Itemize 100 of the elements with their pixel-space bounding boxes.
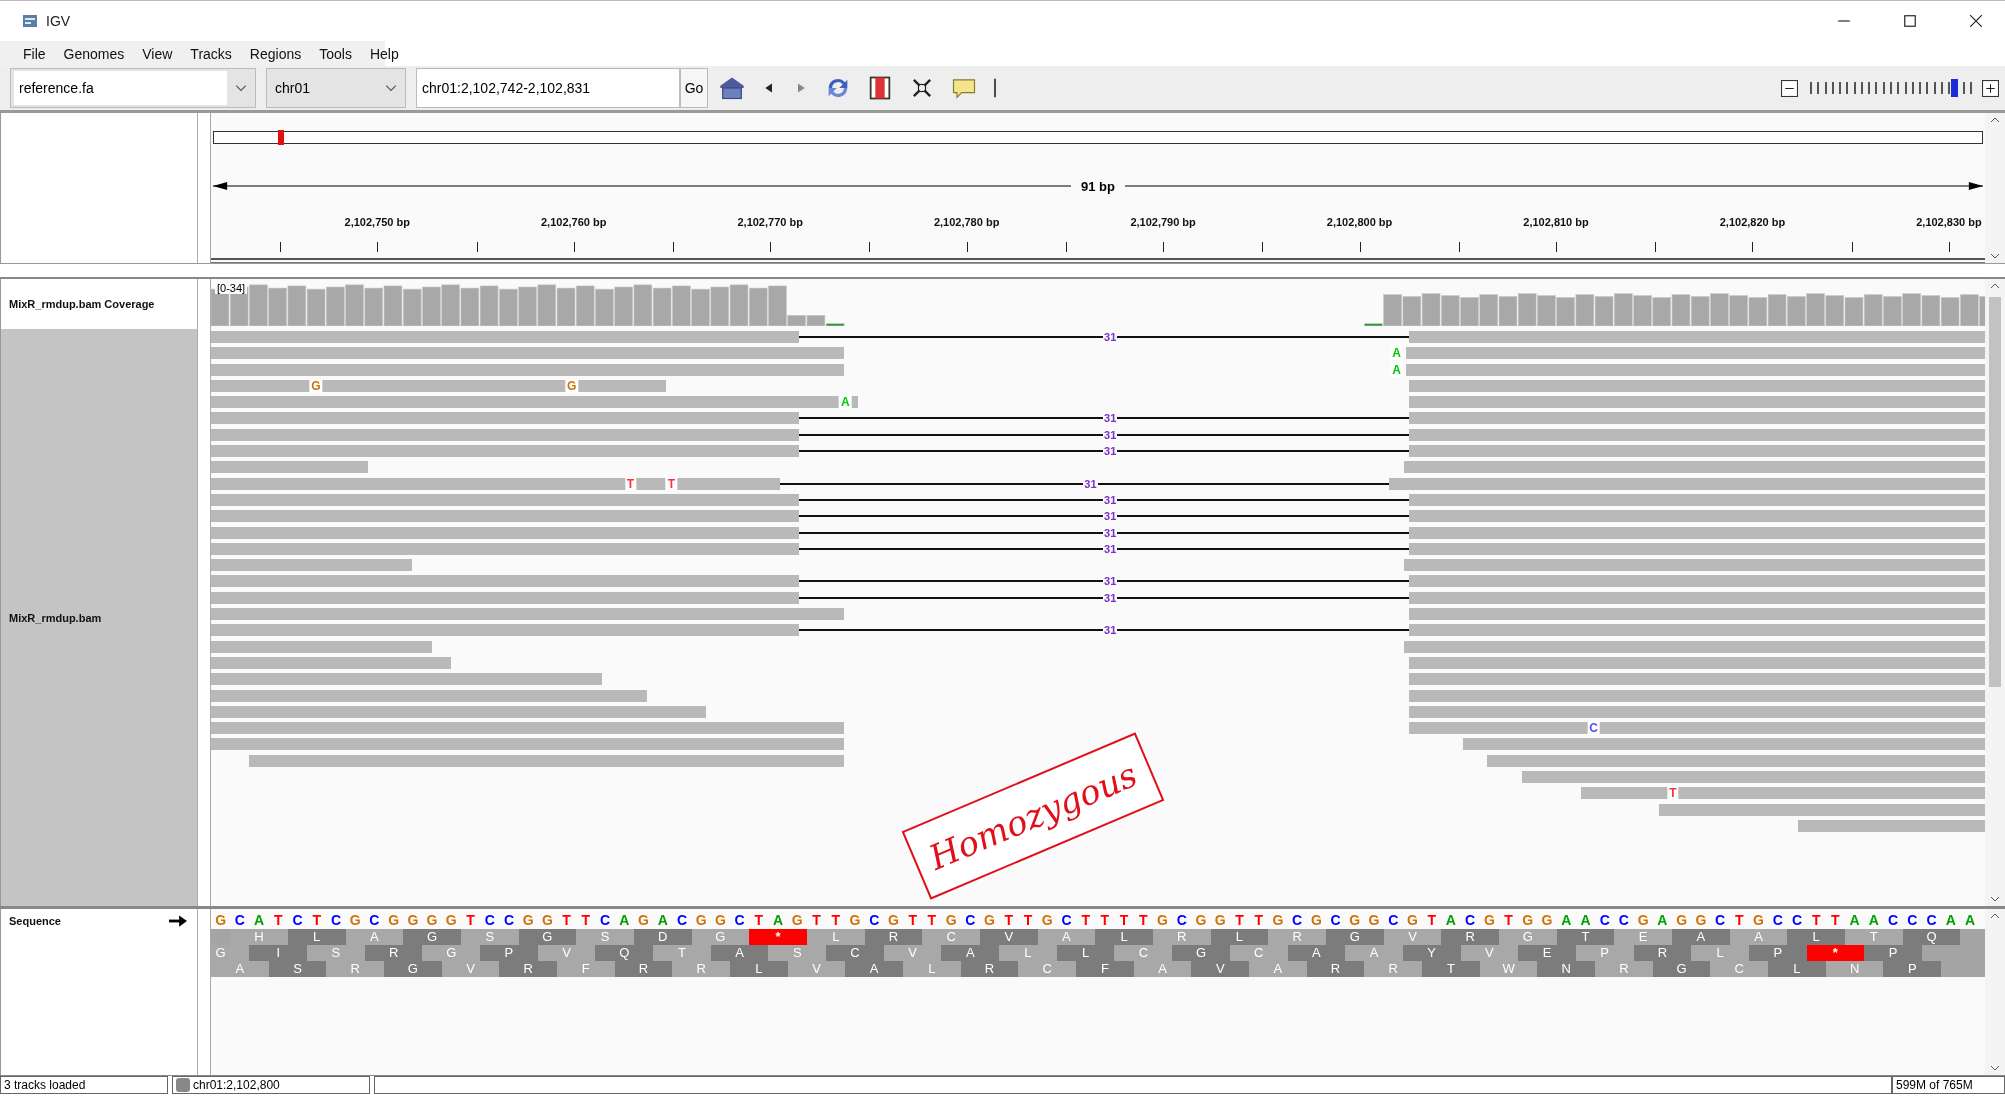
mismatch-base: G [309, 378, 323, 393]
read[interactable] [1409, 493, 1985, 506]
read[interactable] [1463, 738, 1985, 751]
sequence-base: G [1752, 911, 1765, 929]
scrollbar[interactable] [1985, 113, 2005, 263]
track-name[interactable]: MixR_rmdup.bam Coverage [9, 298, 155, 310]
menu-item[interactable]: Tracks [181, 45, 241, 62]
read[interactable] [1798, 819, 1985, 832]
read[interactable] [211, 493, 800, 506]
scroll-down-icon[interactable] [1990, 1065, 2000, 1071]
sequence-base: C [1598, 911, 1611, 929]
read[interactable] [211, 656, 452, 669]
sequence-base: T [561, 911, 572, 929]
strand-arrow-icon[interactable] [169, 915, 187, 927]
read[interactable] [211, 624, 800, 637]
read[interactable] [1409, 331, 1985, 343]
read[interactable] [211, 379, 667, 392]
menu-item[interactable]: Help [360, 45, 408, 62]
read[interactable] [1409, 673, 1985, 686]
read[interactable] [211, 428, 800, 441]
read[interactable] [1388, 477, 1985, 490]
scrollbar[interactable] [1985, 909, 2005, 1075]
read[interactable] [1405, 363, 1985, 376]
read[interactable] [211, 347, 845, 360]
chromosome-dropdown[interactable]: chr01 [266, 68, 406, 108]
sequence-base: G [1040, 911, 1054, 929]
read[interactable] [1409, 591, 1985, 604]
read[interactable] [1409, 510, 1985, 523]
codon: G [1499, 929, 1557, 945]
read[interactable] [1409, 379, 1985, 392]
read[interactable] [1409, 575, 1985, 588]
locus-field[interactable]: chr01:2,102,742-2,102,831 [416, 68, 680, 108]
read[interactable] [1409, 722, 1985, 735]
read[interactable] [1409, 705, 1985, 718]
read[interactable] [211, 412, 800, 425]
menu-item[interactable]: File [14, 45, 55, 62]
maximize-icon[interactable] [1903, 14, 1917, 28]
read[interactable] [1487, 754, 1985, 767]
menu-item[interactable]: View [133, 45, 182, 62]
scroll-up-icon[interactable] [1990, 283, 2000, 289]
read[interactable] [211, 477, 781, 490]
read[interactable] [211, 445, 800, 458]
read[interactable] [211, 673, 603, 686]
read[interactable] [1409, 624, 1985, 637]
track-name[interactable]: MixR_rmdup.bam [9, 611, 102, 624]
read[interactable] [211, 591, 800, 604]
scroll-up-icon[interactable] [1990, 117, 2000, 123]
read[interactable] [1409, 526, 1985, 539]
scroll-down-icon[interactable] [1990, 896, 2000, 902]
scroll-down-icon[interactable] [1990, 253, 2000, 259]
zoom-out-icon[interactable] [1781, 79, 1798, 97]
scroll-thumb[interactable] [1989, 297, 2001, 687]
zoom-thumb[interactable] [1951, 79, 1958, 97]
read[interactable] [211, 640, 433, 653]
read[interactable] [249, 754, 845, 767]
menu-item[interactable]: Genomes [54, 45, 134, 62]
read[interactable] [211, 396, 859, 409]
read[interactable] [1405, 347, 1985, 360]
menu-item[interactable]: Tools [310, 45, 361, 62]
read[interactable] [211, 542, 800, 555]
read[interactable] [211, 608, 845, 621]
menu-item[interactable]: Regions [240, 45, 311, 62]
read[interactable] [1409, 689, 1985, 702]
read[interactable] [211, 526, 800, 539]
zoom-slider[interactable] [1810, 79, 1970, 97]
chromosome-ideogram[interactable] [213, 131, 1983, 144]
coverage-range: [0-34] [215, 282, 248, 294]
read[interactable] [1404, 559, 1985, 572]
read[interactable] [211, 722, 845, 735]
read[interactable] [211, 510, 800, 523]
read[interactable] [1409, 608, 1985, 621]
zoom-in-icon[interactable] [1982, 79, 1999, 97]
read[interactable] [211, 331, 800, 343]
read[interactable] [1658, 803, 1985, 816]
read[interactable] [211, 689, 648, 702]
go-button[interactable]: Go [680, 68, 708, 108]
read[interactable] [1580, 787, 1985, 800]
scrollbar[interactable] [1985, 279, 2005, 906]
read[interactable] [1404, 640, 1985, 653]
sequence-base: G [944, 911, 958, 929]
codon: L [1210, 929, 1269, 945]
close-icon[interactable] [1969, 14, 1983, 28]
read[interactable] [211, 461, 369, 474]
read[interactable] [1404, 461, 1985, 474]
track-name[interactable]: Sequence [9, 915, 61, 927]
read[interactable] [211, 559, 412, 572]
scroll-up-icon[interactable] [1990, 913, 2000, 919]
read[interactable] [1409, 396, 1985, 409]
read[interactable] [1409, 412, 1985, 425]
sequence-base: A [1848, 911, 1861, 929]
genome-dropdown[interactable]: reference.fa [10, 68, 256, 108]
read[interactable] [211, 575, 800, 588]
read[interactable] [211, 363, 845, 376]
read[interactable] [1409, 542, 1985, 555]
read[interactable] [211, 705, 706, 718]
read[interactable] [1409, 656, 1985, 669]
read[interactable] [1522, 771, 1985, 783]
read[interactable] [211, 738, 845, 751]
read[interactable] [1409, 445, 1985, 458]
read[interactable] [1409, 428, 1985, 441]
